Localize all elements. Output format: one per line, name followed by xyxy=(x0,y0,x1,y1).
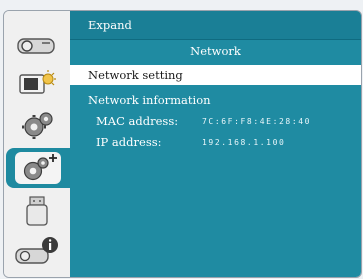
page-title: Expand xyxy=(88,18,132,32)
sidebar-item-projector[interactable] xyxy=(12,25,62,61)
gear-icon xyxy=(22,112,53,139)
info-heading: Network information xyxy=(88,93,211,107)
sidebar-item-info[interactable] xyxy=(12,233,62,269)
sidebar xyxy=(4,11,70,277)
ip-address-label: IP address: xyxy=(96,135,162,149)
projector-info-icon xyxy=(15,237,58,264)
sidebar-item-usb[interactable] xyxy=(12,193,62,229)
mac-address-value: 7C:6F:F8:4E:28:40 xyxy=(202,117,312,126)
sidebar-item-settings[interactable] xyxy=(12,107,62,143)
usb-icon xyxy=(26,196,48,226)
mac-address-label: MAC address: xyxy=(96,114,179,128)
projector-icon xyxy=(17,38,55,54)
display-sun-icon xyxy=(19,70,56,94)
menu-header: Expand xyxy=(70,11,361,40)
sidebar-item-expand[interactable] xyxy=(6,148,70,188)
menu-item-label: Network setting xyxy=(88,68,183,82)
section-title: Network xyxy=(190,44,241,58)
ip-address-value: 192.168.1.100 xyxy=(202,138,286,147)
menu-item-network-setting[interactable]: Network setting xyxy=(70,65,361,85)
projector-menu-window: Expand Network Network setting Network i… xyxy=(3,10,362,278)
menu-panel: Expand Network Network setting Network i… xyxy=(70,11,361,277)
gear-plus-icon xyxy=(15,152,61,184)
sidebar-item-display[interactable] xyxy=(12,65,62,101)
